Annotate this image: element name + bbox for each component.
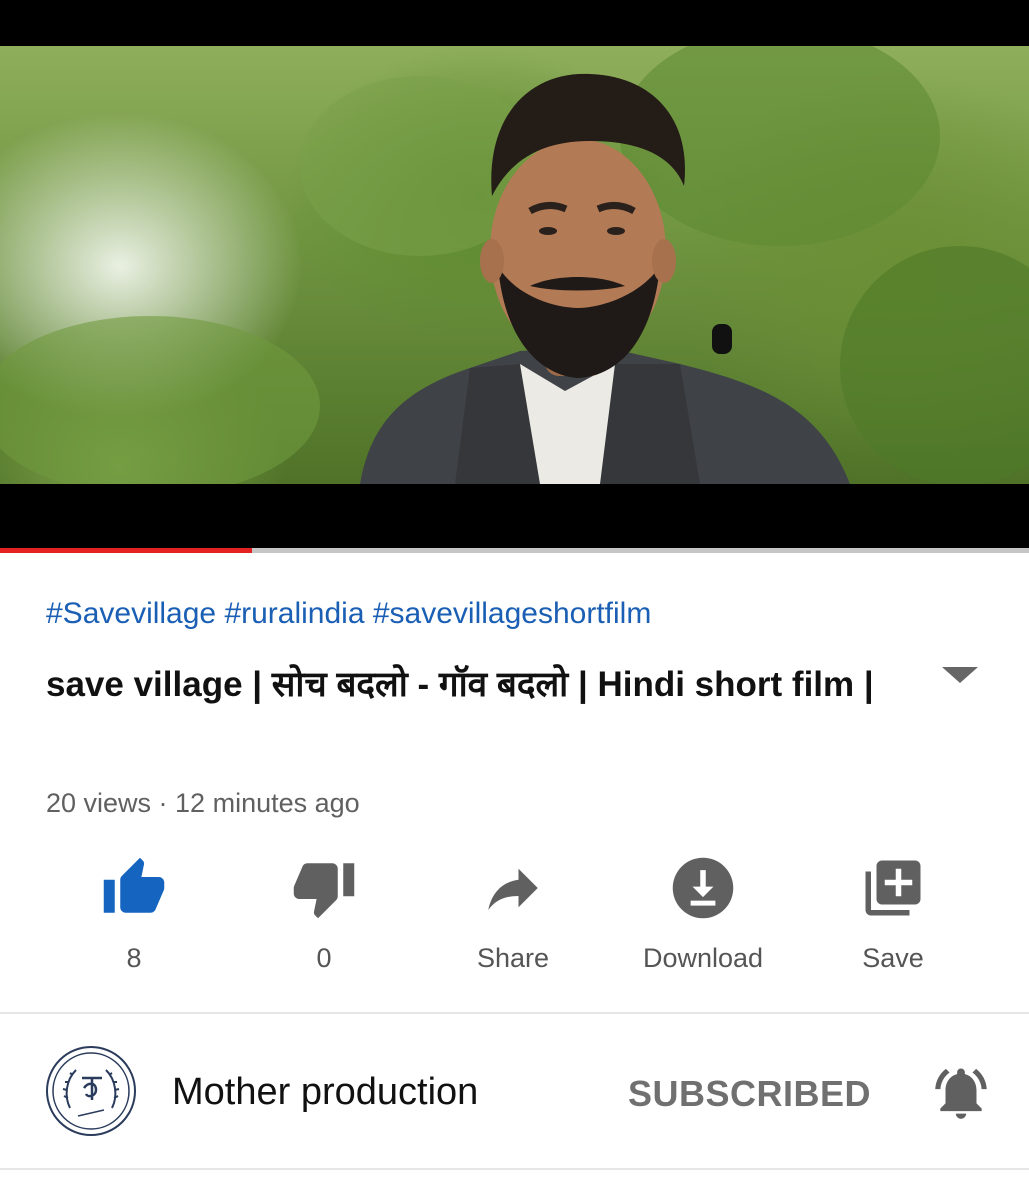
like-button[interactable]: 8 — [54, 855, 214, 974]
download-icon — [672, 857, 734, 919]
download-label: Download — [642, 943, 764, 973]
video-progress-bar[interactable] — [0, 548, 1029, 553]
channel-avatar[interactable] — [46, 1046, 136, 1136]
thumbs-up-icon — [103, 857, 165, 913]
section-divider-bottom — [0, 1168, 1029, 1170]
video-title[interactable]: save village | सोच बदलो - गॉव बदलो | Hin… — [46, 655, 896, 715]
expand-description-icon[interactable] — [942, 667, 978, 683]
channel-name[interactable]: Mother production — [172, 1071, 478, 1114]
video-frame[interactable] — [0, 46, 1029, 484]
video-thumbnail-scene — [0, 46, 1029, 484]
bell-ringing-icon — [935, 1068, 987, 1119]
video-meta: 20 views · 12 minutes ago — [46, 788, 360, 818]
notification-bell-button[interactable] — [930, 1060, 992, 1131]
video-player[interactable] — [0, 0, 1029, 548]
section-divider — [0, 1012, 1029, 1014]
share-label: Share — [476, 943, 550, 973]
share-button[interactable]: Share — [433, 855, 593, 974]
share-arrow-icon — [488, 868, 538, 910]
dislike-button[interactable]: 0 — [244, 855, 404, 974]
download-button[interactable]: Download — [623, 855, 783, 974]
dislike-count: 0 — [316, 943, 332, 973]
subscribed-button[interactable]: SUBSCRIBED — [628, 1073, 871, 1115]
action-bar: 8 0 Share Download Save — [0, 855, 1029, 985]
channel-logo-icon — [52, 1052, 130, 1130]
playlist-add-icon — [865, 860, 921, 916]
video-progress-fill — [0, 548, 253, 553]
save-label: Save — [862, 943, 924, 973]
video-hashtags[interactable]: #Savevillage #ruralindia #savevillagesho… — [46, 597, 651, 631]
thumbs-down-icon — [293, 863, 355, 919]
like-count: 8 — [126, 943, 142, 973]
save-button[interactable]: Save — [813, 855, 973, 974]
